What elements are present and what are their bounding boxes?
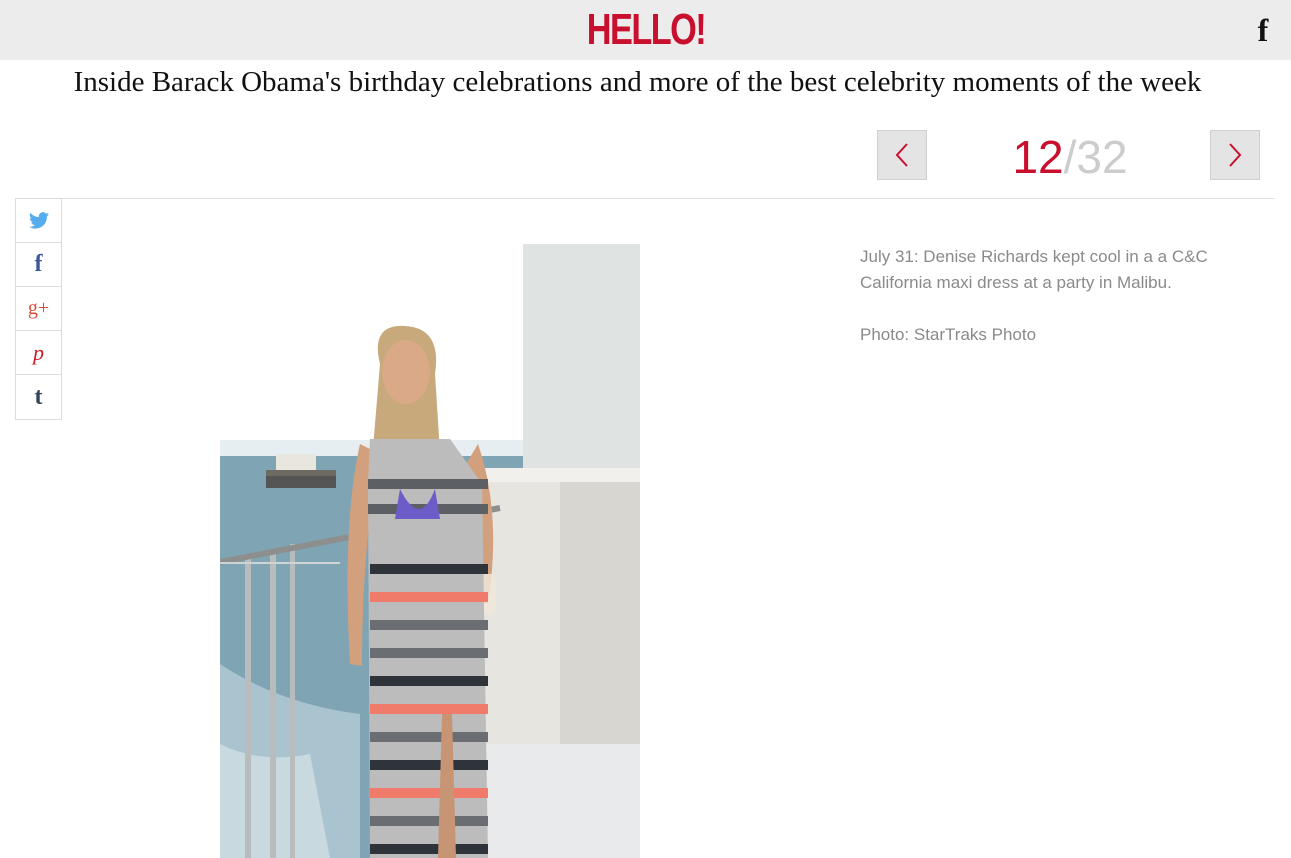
share-pinterest-button[interactable]: p (16, 331, 61, 375)
photo-caption: July 31: Denise Richards kept cool in a … (860, 244, 1270, 374)
facebook-icon: f (34, 251, 43, 277)
tumblr-icon: t (34, 383, 43, 410)
next-button[interactable] (1210, 130, 1260, 180)
pinterest-icon: p (33, 339, 44, 365)
hello-logo[interactable]: HELLO! (579, 4, 713, 56)
share-bar: f g+ p t (15, 198, 62, 420)
share-tumblr-button[interactable]: t (16, 375, 61, 419)
chevron-right-icon (1229, 143, 1242, 167)
gallery-photo (220, 244, 640, 858)
share-facebook-button[interactable]: f (16, 243, 61, 287)
total-count: 32 (1076, 131, 1128, 183)
article-title: Inside Barack Obama's birthday celebrati… (73, 66, 1202, 98)
caption-text: July 31: Denise Richards kept cool in a … (860, 247, 1208, 292)
gallery-counter: 12/32 (985, 130, 1155, 184)
chevron-left-icon (895, 143, 908, 167)
divider (62, 198, 1275, 199)
share-google-plus-button[interactable]: g+ (16, 287, 61, 331)
current-index: 12 (1012, 131, 1064, 183)
share-twitter-button[interactable] (16, 199, 61, 243)
counter-separator: / (1063, 131, 1077, 183)
facebook-icon[interactable]: f (1248, 12, 1278, 48)
previous-button[interactable] (877, 130, 927, 180)
top-bar: HELLO! f (0, 0, 1291, 60)
twitter-icon (28, 212, 49, 229)
photo-credit: Photo: StarTraks Photo (860, 325, 1037, 344)
google-plus-icon: g+ (27, 297, 50, 319)
